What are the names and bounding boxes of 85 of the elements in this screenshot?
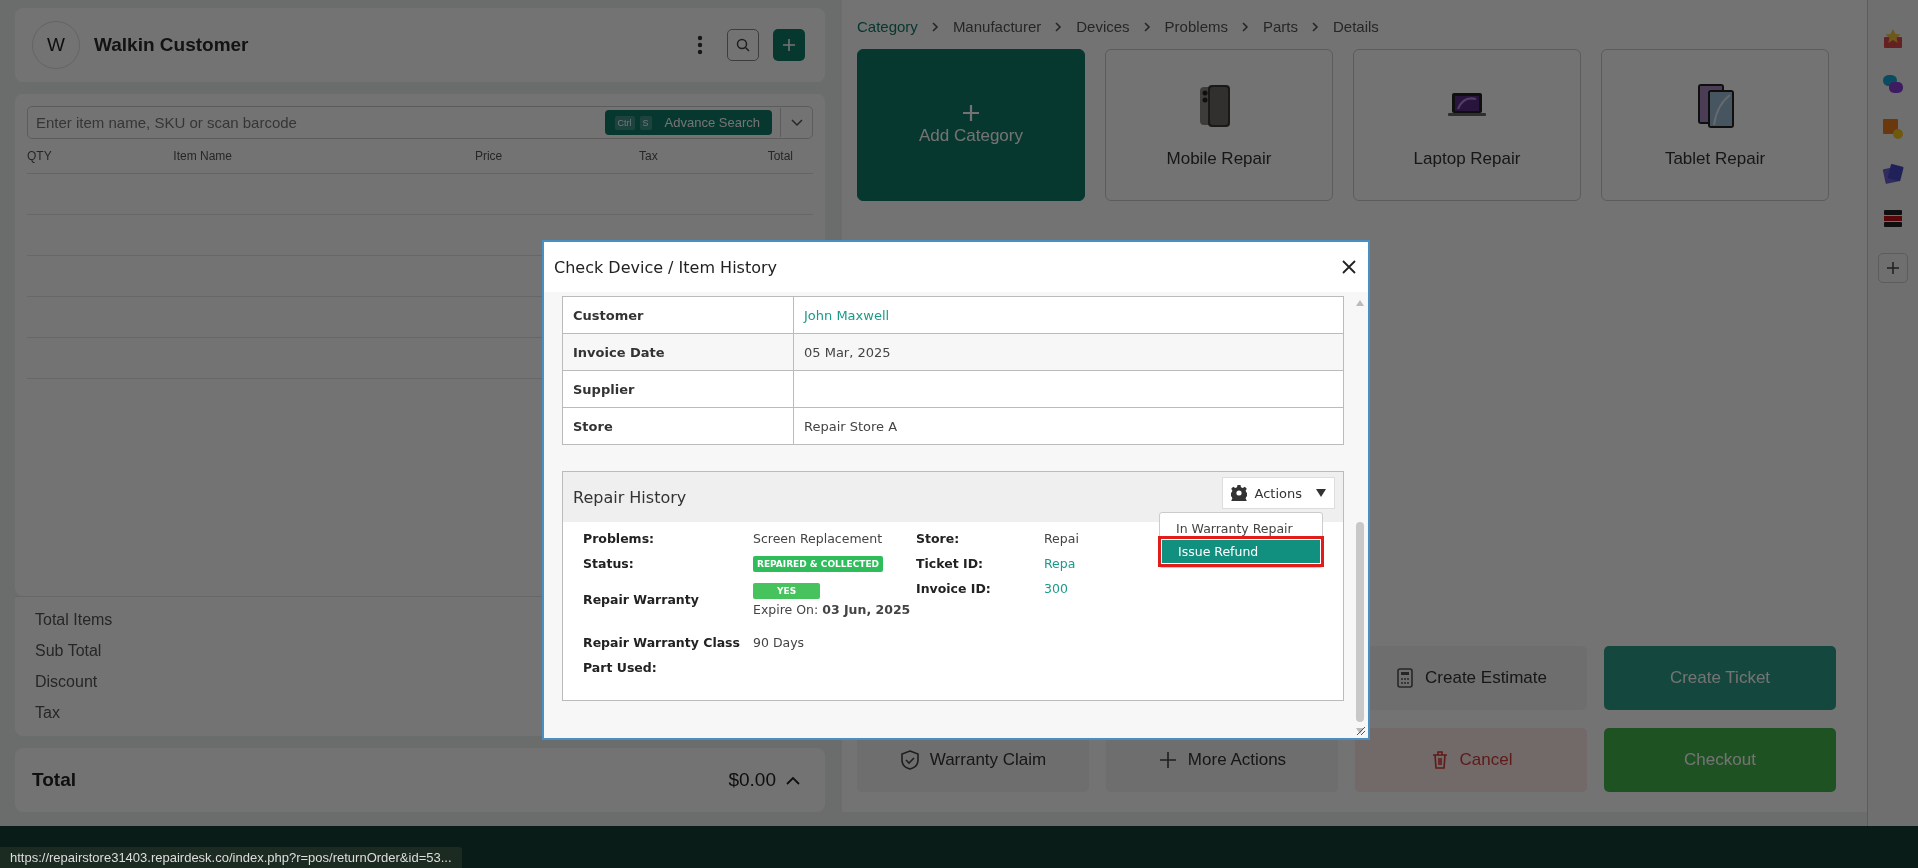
column-header: Tax [639,149,659,163]
table-cell: Store [563,408,794,444]
gear-icon [1230,485,1247,501]
actions-button[interactable]: Actions [1221,477,1335,509]
search-icon [736,38,750,52]
plus-icon [1157,750,1178,770]
chevron-right-icon [1241,21,1249,32]
search-button[interactable] [727,29,759,61]
plus-icon [1886,261,1900,275]
link-status-url: https://repairstore31403.repairdesk.co/index.php?r=pos/returnOrder&id=53... [0,847,462,868]
more-options-icon[interactable] [697,35,703,55]
plus-icon [962,104,980,122]
category-tile[interactable]: Mobile Repair [1105,49,1333,201]
total-label: Total [32,769,76,791]
category-tile[interactable]: Laptop Repair [1353,49,1581,201]
chevron-down-icon [790,118,803,127]
close-button[interactable] [1340,258,1358,276]
cards-icon[interactable] [1882,163,1904,185]
advance-search-button[interactable]: Ctrl S Advance Search [604,110,772,135]
breadcrumb-link[interactable]: Parts [1262,18,1298,35]
breadcrumb-link[interactable]: Problems [1164,18,1228,35]
chevron-right-icon [1312,21,1319,32]
field-label: Store: [916,530,961,546]
gift-icon[interactable] [1882,28,1904,50]
table-cell-text: 05 Mar, 2025 [803,343,892,362]
item-search-field[interactable]: Enter item name, SKU or scan barcode Ctrl S Advance Search [27,106,813,139]
field-label: Ticket ID: [916,555,985,571]
scroll-down-icon [1356,728,1364,734]
column-header: Price [474,149,504,163]
field-label: Problems: [583,530,656,546]
section-title: Repair History [573,487,688,507]
field-label: Status: [583,555,635,571]
summary-label: Discount [35,673,98,691]
field-label: Repair Warranty [583,591,700,607]
caret-down-icon [1316,489,1326,497]
plus-icon [782,38,796,52]
stack-icon[interactable] [1882,208,1904,230]
table-cell: Supplier [563,371,794,407]
add-customer-button[interactable] [773,29,805,61]
field-label: Part Used: [583,659,658,675]
cancel-button[interactable]: Cancel [1355,728,1587,792]
category-tile[interactable]: Tablet Repair [1601,49,1829,201]
dialog-title: Check Device / Item History [554,257,778,277]
customer-name: Walkin Customer [94,34,249,56]
field-link[interactable]: Repa [1044,555,1076,571]
summary-label: Tax [35,704,60,722]
field-value: Screen Replacement [753,530,883,546]
summary-label: Total Items [35,611,113,629]
chevron-right-icon [1055,21,1063,32]
add-category-button[interactable]: Add Category [857,49,1085,201]
chevron-right-icon [931,21,939,32]
scroll-up-icon [1356,300,1364,306]
column-header: Item Name [173,149,234,163]
total-amount: $0.00 [728,769,776,791]
summary-label: Sub Total [35,642,102,660]
column-header: QTY [27,149,53,163]
resize-grip-icon[interactable] [1356,726,1366,736]
table-cell-text: Repair Store A [803,417,899,436]
customer-link[interactable]: John Maxwell [804,307,890,323]
breadcrumb-link[interactable]: Details [1333,18,1379,35]
column-header: Total [767,149,794,163]
chevron-right-icon [1143,21,1151,32]
field-value: 90 Days [753,634,805,650]
menu-item[interactable]: In Warranty Repair [1160,517,1322,540]
breadcrumb-link[interactable]: Devices [1076,18,1130,35]
shield-check-icon [899,750,920,770]
shapes-icon[interactable] [1882,118,1904,140]
warranty-badge: YES [753,582,821,599]
field-label: Invoice ID: [916,580,992,596]
add-app-button[interactable] [1878,253,1908,283]
advance-search-label: Advance Search [664,115,760,130]
checkout-button[interactable]: Checkout [1604,728,1836,792]
field-link[interactable]: 300 [1044,580,1068,596]
calculator-icon [1395,668,1416,688]
field-label: Repair Warranty Class [583,634,741,650]
close-icon [1342,260,1356,274]
status-badge: REPAIRED & COLLECTED [753,555,884,572]
breadcrumb-link[interactable]: Category [857,18,918,35]
chevron-up-icon[interactable] [786,775,800,785]
expiry-text: Expire On: 03 Jun, 2025 [753,601,911,617]
create-ticket-button[interactable]: Create Ticket [1604,646,1836,710]
chat-bubbles-icon[interactable] [1882,73,1904,95]
scrollbar-thumb[interactable] [1356,522,1364,722]
field-value: Repai [1044,530,1079,546]
breadcrumb-link[interactable]: Manufacturer [952,18,1042,35]
